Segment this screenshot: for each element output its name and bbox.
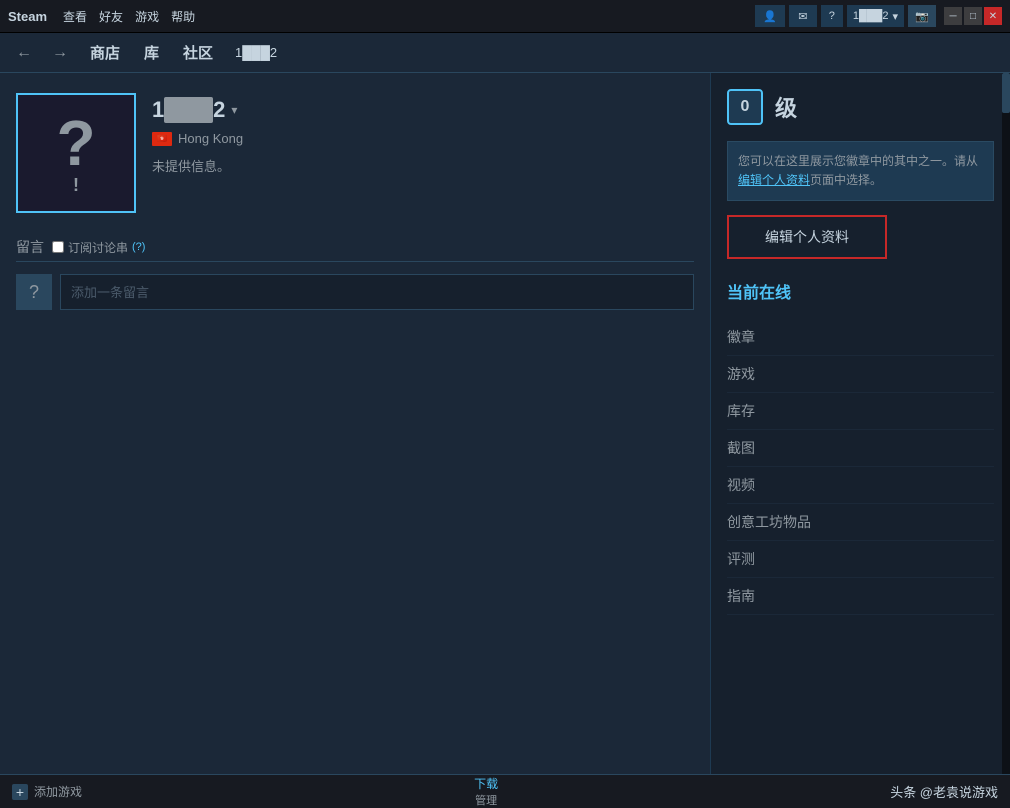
minimize-btn[interactable]: ─: [944, 7, 962, 25]
right-nav-reviews[interactable]: 评测: [727, 541, 994, 578]
watermark: 头条 @老袁说游戏: [890, 782, 998, 801]
comment-avatar: ?: [16, 274, 52, 310]
profile-dropdown-arrow[interactable]: ▾: [231, 103, 237, 117]
right-nav-videos[interactable]: 视频: [727, 467, 994, 504]
comments-section: 留言 订阅讨论串 (?) ?: [16, 237, 694, 310]
back-button[interactable]: ←: [12, 42, 36, 64]
breadcrumb: 1███2: [235, 45, 277, 60]
nav-community[interactable]: 社区: [177, 38, 219, 67]
nav-store[interactable]: 商店: [84, 38, 126, 67]
avatar-question-mark: ?: [56, 111, 95, 175]
user-dropdown[interactable]: 1███2 ▾: [847, 5, 904, 27]
profile-bio: 未提供信息。: [152, 156, 243, 175]
profile-info: 1 2 ▾ 🇭🇰 Hong Kong 未提供信息。: [152, 93, 243, 175]
avatar: ? !: [16, 93, 136, 213]
main-content: ? ! 1 2 ▾ 🇭🇰 Hong Kong 未提供信息。: [0, 73, 1010, 774]
menu-games[interactable]: 游戏: [135, 8, 159, 25]
download-label[interactable]: 下载: [474, 775, 498, 792]
comment-input-row: ?: [16, 274, 694, 310]
forward-button[interactable]: →: [48, 42, 72, 64]
online-status: 当前在线: [727, 279, 994, 303]
info-box-link[interactable]: 编辑个人资料: [738, 173, 810, 187]
profile-username: 1 2: [152, 97, 225, 123]
level-badge: 0: [727, 89, 763, 125]
plus-icon: +: [12, 784, 28, 800]
right-nav-inventory[interactable]: 库存: [727, 393, 994, 430]
nav-library[interactable]: 库: [138, 38, 165, 67]
edit-profile-button[interactable]: 编辑个人资料: [727, 215, 887, 259]
user-dropdown-label: 1███2: [853, 10, 889, 22]
subscribe-label: 订阅讨论串: [68, 239, 128, 256]
menu-help[interactable]: 帮助: [171, 8, 195, 25]
help-btn[interactable]: ?: [821, 5, 843, 27]
profile-header: ? ! 1 2 ▾ 🇭🇰 Hong Kong 未提供信息。: [16, 93, 694, 213]
right-nav-workshop[interactable]: 创意工坊物品: [727, 504, 994, 541]
menu-friends[interactable]: 好友: [99, 8, 123, 25]
level-section: 0 级: [727, 89, 994, 125]
message-icon-btn[interactable]: ✉: [789, 5, 817, 27]
right-panel: 0 级 您可以在这里展示您徽章中的其中之一。请从编辑个人资料页面中选择。 编辑个…: [710, 73, 1010, 774]
bottom-center: 下载 管理: [474, 775, 498, 808]
scroll-thumb[interactable]: [1002, 73, 1010, 113]
nav-bar: ← → 商店 库 社区 1███2: [0, 33, 1010, 73]
subscribe-checkbox[interactable]: [52, 241, 64, 253]
menu-view[interactable]: 查看: [63, 8, 87, 25]
title-bar-right: 👤 ✉ ? 1███2 ▾ 📷 ─ □ ✕: [755, 5, 1002, 27]
maximize-btn[interactable]: □: [964, 7, 982, 25]
info-box-text-before: 您可以在这里展示您徽章中的其中之一。请从: [738, 154, 978, 168]
steam-logo: Steam: [8, 9, 47, 24]
info-box: 您可以在这里展示您徽章中的其中之一。请从编辑个人资料页面中选择。: [727, 141, 994, 201]
comments-title: 留言: [16, 237, 44, 257]
hong-kong-flag: 🇭🇰: [152, 132, 172, 146]
title-bar: Steam 查看 好友 游戏 帮助 👤 ✉ ? 1███2 ▾ 📷 ─ □ ✕: [0, 0, 1010, 33]
screenshot-btn[interactable]: 📷: [908, 5, 936, 27]
right-nav-games[interactable]: 游戏: [727, 356, 994, 393]
help-icon[interactable]: (?): [132, 241, 145, 253]
title-menu: 查看 好友 游戏 帮助: [63, 8, 195, 25]
avatar-exclaim: !: [73, 175, 79, 196]
bottom-left: + 添加游戏: [12, 783, 82, 800]
add-game-label: 添加游戏: [34, 783, 82, 800]
subscribe-checkbox-row[interactable]: 订阅讨论串 (?): [52, 239, 145, 256]
close-btn[interactable]: ✕: [984, 7, 1002, 25]
right-nav-list: 徽章 游戏 库存 截图 视频 创意工坊物品 评测 指南: [727, 319, 994, 615]
right-nav-guides[interactable]: 指南: [727, 578, 994, 615]
level-text: 级: [775, 91, 797, 123]
dropdown-arrow-icon: ▾: [892, 10, 898, 23]
scroll-track[interactable]: [1002, 73, 1010, 774]
window-controls: ─ □ ✕: [944, 7, 1002, 25]
watermark-text: 头条 @老袁说游戏: [890, 782, 998, 801]
comments-header: 留言 订阅讨论串 (?): [16, 237, 694, 262]
add-game-button[interactable]: + 添加游戏: [12, 783, 82, 800]
manage-label[interactable]: 管理: [474, 792, 498, 808]
comment-input[interactable]: [60, 274, 694, 310]
center-panel: ? ! 1 2 ▾ 🇭🇰 Hong Kong 未提供信息。: [0, 73, 710, 774]
title-bar-left: Steam 查看 好友 游戏 帮助: [8, 8, 195, 25]
profile-icon-btn[interactable]: 👤: [755, 5, 785, 27]
right-nav-badges[interactable]: 徽章: [727, 319, 994, 356]
profile-name-row: 1 2 ▾: [152, 97, 243, 123]
profile-location: 🇭🇰 Hong Kong: [152, 131, 243, 146]
location-text: Hong Kong: [178, 131, 243, 146]
bottom-bar: + 添加游戏 下载 管理 头条 @老袁说游戏: [0, 774, 1010, 808]
right-nav-screenshots[interactable]: 截图: [727, 430, 994, 467]
info-box-text-after: 页面中选择。: [810, 173, 882, 187]
username-blur: [164, 97, 213, 123]
